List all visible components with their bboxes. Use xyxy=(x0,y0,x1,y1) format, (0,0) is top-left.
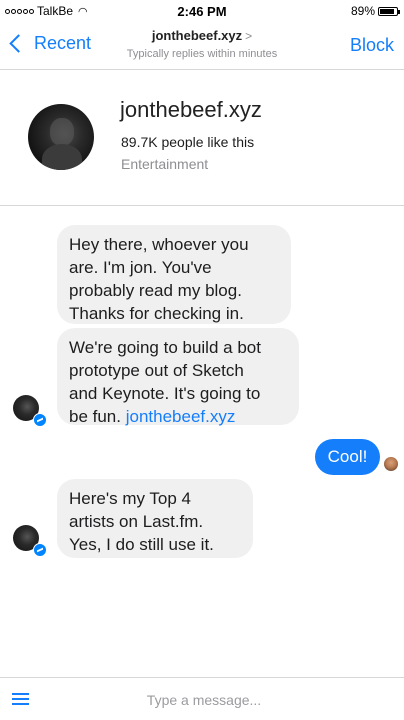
user-message-bubble[interactable]: Cool! xyxy=(315,439,380,475)
message-line: Thanks for checking in. xyxy=(69,304,244,323)
message-line: Hey there, whoever you xyxy=(69,235,249,254)
message-line: be fun. jonthebeef.xyz xyxy=(69,405,287,428)
message-line: probably read my blog. xyxy=(69,281,242,300)
nav-title: jonthebeef.xyz xyxy=(151,28,243,43)
status-bar: TalkBe ◠ 2:46 PM 89% xyxy=(0,0,404,22)
chevron-right-icon: > xyxy=(245,29,253,43)
page-profile-avatar[interactable] xyxy=(28,104,94,170)
message-input[interactable] xyxy=(60,686,348,714)
page-category: Entertainment xyxy=(121,156,209,172)
block-button[interactable]: Block xyxy=(350,35,394,56)
messenger-badge-icon xyxy=(33,413,47,427)
page-name[interactable]: jonthebeef.xyz xyxy=(120,97,262,123)
message-line: Here's my Top 4 xyxy=(69,489,191,508)
message-line: Yes, I do still use it. xyxy=(69,535,214,554)
battery-icon xyxy=(378,6,400,16)
back-button-label: Recent xyxy=(34,33,92,53)
battery-percent: 89% xyxy=(350,4,375,18)
page-message-bubble[interactable]: Hey there, whoever you are. I'm jon. You… xyxy=(57,225,291,324)
message-line: artists on Last.fm. xyxy=(69,512,204,531)
page-message-bubble[interactable]: Here's my Top 4 artists on Last.fm. Yes,… xyxy=(57,479,253,558)
back-button[interactable]: Recent xyxy=(8,33,91,54)
message-line: are. I'm jon. You've xyxy=(69,258,212,277)
messenger-badge-icon xyxy=(33,543,47,557)
message-line: prototype out of Sketch xyxy=(69,361,244,380)
chevron-left-icon xyxy=(9,34,28,53)
message-composer xyxy=(0,677,404,720)
message-line-text: be fun. xyxy=(69,407,126,426)
conversation-title[interactable]: jonthebeef.xyz > Typically replies within… xyxy=(100,27,304,60)
battery-fill xyxy=(380,8,394,14)
status-right: 89% xyxy=(350,4,400,18)
page-profile-header: jonthebeef.xyz 89.7K people like this En… xyxy=(0,70,404,206)
user-avatar xyxy=(384,457,398,471)
nav-subtitle: Typically replies within minutes xyxy=(126,48,278,60)
hamburger-menu-icon[interactable] xyxy=(12,692,29,706)
message-line: and Keynote. It's going to xyxy=(69,384,261,403)
page-likes: 89.7K people like this xyxy=(121,134,255,150)
message-line: We're going to build a bot xyxy=(69,338,261,357)
nav-bar: Recent jonthebeef.xyz > Typically replies… xyxy=(0,22,404,70)
page-message-bubble[interactable]: We're going to build a bot prototype out… xyxy=(57,328,299,428)
blog-link[interactable]: jonthebeef.xyz xyxy=(126,407,236,426)
status-time: 2:46 PM xyxy=(177,4,227,19)
